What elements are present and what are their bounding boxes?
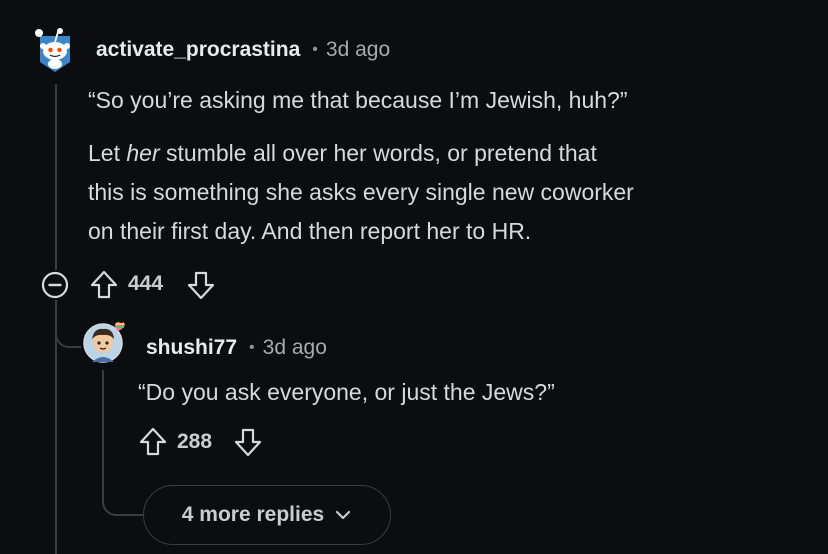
upvote-button[interactable] <box>88 268 120 302</box>
chevron-down-icon <box>336 510 351 520</box>
thread-line-main <box>55 84 57 270</box>
minus-circle-icon <box>41 271 69 299</box>
emphasis-text: her <box>126 140 160 166</box>
comment-body-line-2: this is something she asks every single … <box>88 179 634 205</box>
comment-body: Let her stumble all over her words, or p… <box>88 134 818 251</box>
separator-dot: • <box>312 41 318 58</box>
arrow-up-icon <box>90 270 118 299</box>
reply-connector <box>55 318 81 348</box>
reply-timestamp[interactable]: 3d ago <box>263 336 327 360</box>
snoo-avatar-icon <box>35 28 70 72</box>
reply-body: “Do you ask everyone, or just the Jews?” <box>138 379 555 405</box>
more-replies-button[interactable]: 4 more replies <box>143 485 391 545</box>
upvote-button[interactable] <box>137 425 169 459</box>
comment-timestamp[interactable]: 3d ago <box>326 38 390 62</box>
comment-username[interactable]: activate_procrastina <box>96 38 300 62</box>
more-replies-label: 4 more replies <box>181 503 325 526</box>
downvote-button[interactable] <box>185 268 217 302</box>
collapse-button[interactable] <box>40 270 70 300</box>
vote-count: 288 <box>177 430 213 453</box>
comment-body-line-3: on their first day. And then report her … <box>88 218 532 244</box>
arrow-down-icon <box>234 428 262 457</box>
comment-quote: “So you’re asking me that because I’m Je… <box>88 87 628 113</box>
avatar[interactable] <box>80 318 126 364</box>
reply-username[interactable]: shushi77 <box>146 336 237 360</box>
separator-dot: • <box>249 339 255 356</box>
arrow-down-icon <box>187 271 215 300</box>
user-avatar-icon <box>83 322 125 363</box>
comment-body-line-1: Let her stumble all over her words, or p… <box>88 140 597 166</box>
vote-count: 444 <box>128 272 164 295</box>
avatar[interactable] <box>30 24 80 74</box>
downvote-button[interactable] <box>232 425 264 459</box>
thread-line-reply <box>102 370 104 500</box>
more-replies-connector <box>102 488 144 516</box>
arrow-up-icon <box>139 427 167 456</box>
